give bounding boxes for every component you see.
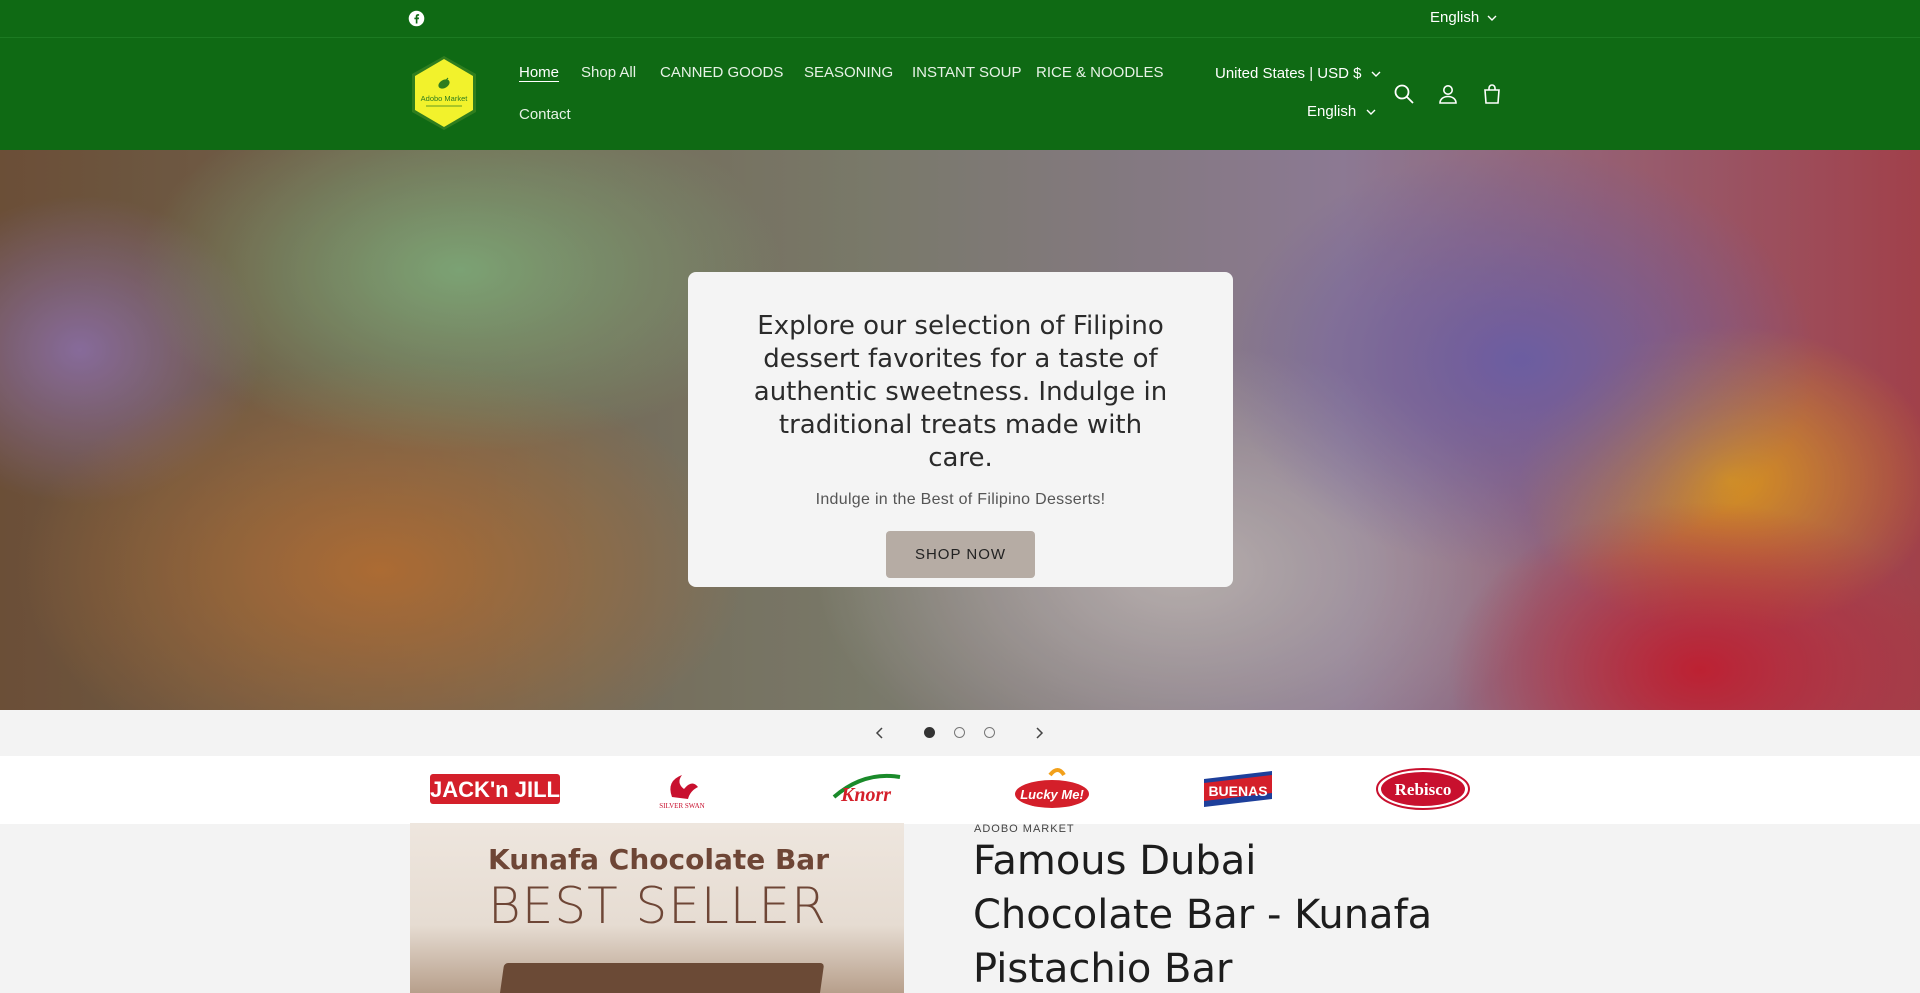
nav-seasoning[interactable]: SEASONING — [804, 64, 893, 81]
announcement-bar: English — [0, 0, 1920, 38]
nav-instant-soup[interactable]: INSTANT SOUP — [912, 64, 1021, 81]
search-icon[interactable] — [1392, 82, 1416, 106]
next-slide-icon[interactable] — [1031, 725, 1047, 741]
country-label: United States | USD $ — [1215, 65, 1362, 82]
brand-lucky-me[interactable]: Lucky Me! — [1012, 768, 1092, 810]
nav-rice-noodles[interactable]: RICE & NOODLES — [1036, 64, 1164, 81]
svg-text:BUENAS: BUENAS — [1208, 783, 1267, 799]
brand-buenas[interactable]: BUENAS — [1202, 768, 1274, 810]
chevron-down-icon — [1487, 15, 1497, 21]
hero-subheading: Indulge in the Best of Filipino Desserts… — [815, 491, 1106, 508]
product-image-title: Kunafa Chocolate Bar — [488, 843, 830, 876]
svg-text:Knorr: Knorr — [840, 784, 891, 806]
language-label: English — [1307, 103, 1357, 120]
slideshow-controls — [0, 710, 1920, 756]
chocolate-bar-illustration — [495, 963, 825, 993]
product-title: Famous Dubai Chocolate Bar - Kunafa Pist… — [973, 838, 1433, 992]
svg-text:SILVER SWAN: SILVER SWAN — [659, 802, 704, 810]
language-label: English — [1430, 9, 1480, 26]
language-selector-top[interactable]: English — [1430, 9, 1497, 26]
brand-jack-n-jill[interactable]: JACK'n JILL — [430, 768, 560, 810]
country-selector[interactable]: United States | USD $ — [1215, 65, 1381, 82]
product-image-subtitle: BEST SELLER — [488, 877, 827, 935]
shop-now-button[interactable]: SHOP NOW — [886, 531, 1035, 578]
svg-text:JACK'n JILL: JACK'n JILL — [430, 777, 560, 802]
facebook-icon[interactable] — [408, 10, 425, 27]
svg-text:Rebisco: Rebisco — [1395, 780, 1452, 799]
nav-home[interactable]: Home — [519, 64, 559, 81]
brand-silver-swan[interactable]: SILVER SWAN — [652, 768, 712, 810]
slide-dot-1[interactable] — [924, 727, 935, 738]
slide-dot-2[interactable] — [954, 727, 965, 738]
adobo-market-logo[interactable]: Adobo Market — [408, 54, 480, 132]
hero-content-card: Explore our selection of Filipino desser… — [688, 272, 1233, 587]
slide-dot-3[interactable] — [984, 727, 995, 738]
chevron-down-icon — [1371, 71, 1381, 77]
hero-heading: Explore our selection of Filipino desser… — [753, 311, 1168, 473]
cart-icon[interactable] — [1480, 82, 1504, 106]
hero-slideshow: Explore our selection of Filipino desser… — [0, 150, 1920, 710]
site-header: Adobo Market Home Shop All CANNED GOODS … — [0, 38, 1920, 150]
product-image[interactable]: Kunafa Chocolate Bar BEST SELLER — [410, 823, 904, 993]
logo-text: Adobo Market — [421, 94, 469, 103]
brand-knorr[interactable]: Knorr — [828, 768, 906, 810]
brand-rebisco[interactable]: Rebisco — [1376, 768, 1470, 810]
nav-contact[interactable]: Contact — [519, 106, 571, 123]
brand-logos-strip: JACK'n JILL SILVER SWAN Knorr Lucky Me! … — [0, 756, 1920, 824]
previous-slide-icon[interactable] — [872, 725, 888, 741]
nav-canned-goods[interactable]: CANNED GOODS — [660, 64, 783, 81]
language-selector[interactable]: English — [1307, 103, 1376, 120]
chevron-down-icon — [1366, 109, 1376, 115]
account-icon[interactable] — [1436, 82, 1460, 106]
nav-shop-all[interactable]: Shop All — [581, 64, 636, 81]
svg-text:Lucky Me!: Lucky Me! — [1020, 787, 1084, 802]
